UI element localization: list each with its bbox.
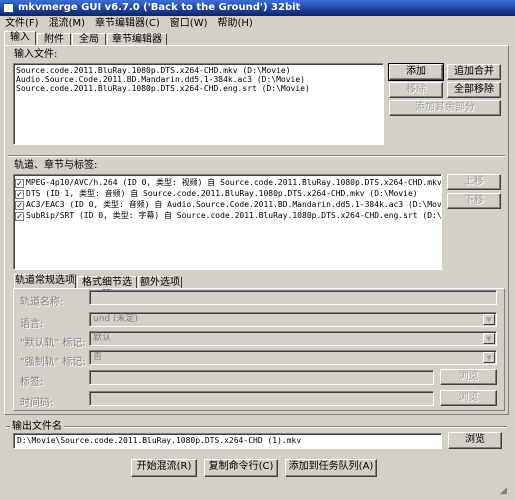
list-item[interactable]: Audio.Source.Code.2011.BD.Mandarin.dd5.1… xyxy=(14,75,383,84)
menu-help[interactable]: 帮助(H) xyxy=(213,16,258,32)
tab-attachments[interactable]: 附件 xyxy=(37,33,71,45)
input-files-label: 输入文件: xyxy=(14,49,58,60)
tracks-list[interactable]: ✓ MPEG-4p10/AVC/h.264 (ID 0, 类型: 视频) 自 So… xyxy=(13,174,442,270)
menu-window[interactable]: 窗口(W) xyxy=(165,16,213,32)
language-value: und (未定) xyxy=(93,314,139,324)
track-name-input[interactable] xyxy=(89,290,497,305)
forced-flag-label: "强制轨" 标记: xyxy=(20,357,86,368)
title-bar: mkvmerge GUI v6.7.0 ('Back to the Ground… xyxy=(0,0,515,16)
language-select[interactable]: und (未定) ▼ xyxy=(89,312,497,327)
add-other-parts-button[interactable]: 添加其余部分 xyxy=(389,100,501,116)
divider xyxy=(8,155,505,157)
tab-input[interactable]: 输入 xyxy=(4,31,36,45)
tags-input[interactable] xyxy=(89,370,434,385)
menu-bar: 文件(F) 混流(M) 章节编辑器(C) 窗口(W) 帮助(H) xyxy=(0,16,515,32)
remove-all-button[interactable]: 全部移除 xyxy=(447,82,501,98)
tags-browse-button[interactable]: 浏览 xyxy=(440,369,497,385)
track-label: DTS (ID 1, 类型: 音频) 自 Source.code.2011.Bl… xyxy=(26,189,418,198)
list-item[interactable]: Source.code.2011.BluRay.1080p.DTS.x264-C… xyxy=(14,84,383,93)
language-label: 语言: xyxy=(20,319,44,330)
window-title: mkvmerge GUI v6.7.0 ('Back to the Ground… xyxy=(18,2,301,13)
track-label: MPEG-4p10/AVC/h.264 (ID 0, 类型: 视频) 自 Sou… xyxy=(26,178,442,187)
tab-extra-options[interactable]: 额外选项 xyxy=(138,276,182,288)
checkbox-checked-icon[interactable]: ✓ xyxy=(15,179,24,188)
add-to-queue-button[interactable]: 添加到任务队列(A) xyxy=(285,459,377,477)
forced-flag-value: 否 xyxy=(93,352,103,362)
output-label: 输出文件名 xyxy=(10,421,64,433)
append-button[interactable]: 追加合并 xyxy=(447,64,501,80)
resize-grip-icon[interactable]: ◢ xyxy=(500,486,511,497)
output-filename-input[interactable]: D:\Movie\Source.code.2011.BluRay.1080p.D… xyxy=(13,433,442,449)
track-label: AC3/EAC3 (ID 0, 类型: 音频) 自 Audio.Source.C… xyxy=(26,200,442,209)
tags-label: 标签: xyxy=(20,377,44,388)
copy-command-button[interactable]: 复制命令行(C) xyxy=(204,459,278,477)
menu-file[interactable]: 文件(F) xyxy=(0,16,44,32)
tab-format-options[interactable]: 格式细节选项 xyxy=(77,276,137,300)
chevron-down-icon[interactable]: ▼ xyxy=(483,333,495,344)
input-files-list[interactable]: Source.code.2011.BluRay.1080p.DTS.x264-C… xyxy=(13,63,384,145)
move-down-button[interactable]: 下移 xyxy=(447,193,501,209)
list-item[interactable]: Source.code.2011.BluRay.1080p.DTS.x264-C… xyxy=(14,66,383,75)
timecodes-browse-button[interactable]: 浏览 xyxy=(440,390,497,406)
tab-chapter-editor[interactable]: 章节编辑器 xyxy=(107,33,167,45)
timecodes-label: 时间码: xyxy=(20,398,54,409)
timecodes-input[interactable] xyxy=(89,391,434,406)
checkbox-checked-icon[interactable]: ✓ xyxy=(15,190,24,199)
chevron-down-icon[interactable]: ▼ xyxy=(483,314,495,325)
forced-flag-select[interactable]: 否 ▼ xyxy=(89,350,497,365)
checkbox-checked-icon[interactable]: ✓ xyxy=(15,212,24,221)
default-flag-select[interactable]: 默认 ▼ xyxy=(89,331,497,346)
track-row[interactable]: ✓ MPEG-4p10/AVC/h.264 (ID 0, 类型: 视频) 自 So… xyxy=(14,177,441,188)
output-browse-button[interactable]: 浏览 xyxy=(448,432,502,449)
tracks-label: 轨道、章节与标签: xyxy=(14,160,98,171)
move-up-button[interactable]: 上移 xyxy=(447,174,501,190)
default-flag-label: "默认轨" 标记: xyxy=(20,338,86,349)
add-button[interactable]: 添加 xyxy=(388,63,444,81)
track-row[interactable]: ✓ DTS (ID 1, 类型: 音频) 自 Source.code.2011.B… xyxy=(14,188,441,199)
track-row[interactable]: ✓ AC3/EAC3 (ID 0, 类型: 音频) 自 Audio.Source.… xyxy=(14,199,441,210)
app-icon xyxy=(3,3,14,13)
track-label: SubRip/SRT (ID 0, 类型: 字幕) 自 Source.code.… xyxy=(26,211,442,220)
track-name-label: 轨道名称: xyxy=(20,297,64,308)
remove-button[interactable]: 移除 xyxy=(389,82,443,98)
menu-chapter-editor[interactable]: 章节编辑器(C) xyxy=(90,16,165,32)
start-muxing-button[interactable]: 开始混流(R) xyxy=(131,459,197,477)
default-flag-value: 默认 xyxy=(93,333,112,343)
chevron-down-icon[interactable]: ▼ xyxy=(483,352,495,363)
checkbox-checked-icon[interactable]: ✓ xyxy=(15,201,24,210)
track-row[interactable]: ✓ SubRip/SRT (ID 0, 类型: 字幕) 自 Source.code… xyxy=(14,210,441,221)
menu-mux[interactable]: 混流(M) xyxy=(44,16,90,32)
tab-general-options[interactable]: 轨道常规选项 xyxy=(14,274,76,288)
tab-global[interactable]: 全局 xyxy=(72,33,106,45)
divider xyxy=(6,426,507,428)
